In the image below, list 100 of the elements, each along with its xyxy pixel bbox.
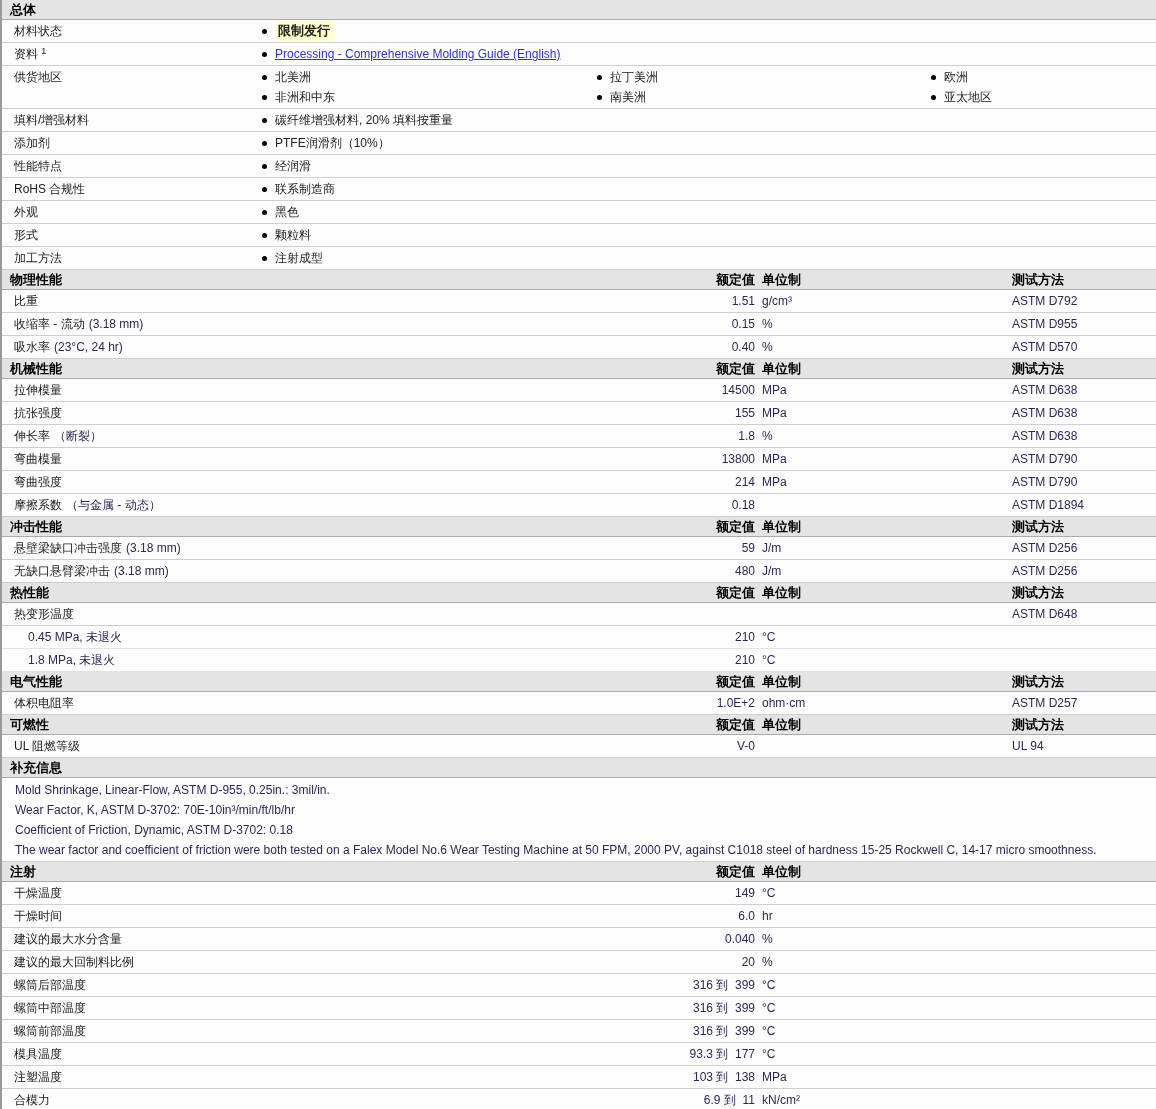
overview-value: 南美洲 bbox=[610, 89, 646, 106]
property-label: 添加剂 bbox=[13, 135, 51, 152]
section-title: 冲击性能 bbox=[9, 518, 63, 536]
test-method: UL 94 bbox=[1011, 738, 1045, 755]
column-header: 单位制 bbox=[761, 863, 802, 881]
property-label: 供货地区 bbox=[13, 69, 63, 86]
property-unit: hr bbox=[761, 908, 774, 925]
column-header: 额定值 bbox=[715, 360, 756, 378]
property-value: 210 bbox=[733, 629, 756, 646]
section-title: 电气性能 bbox=[9, 673, 63, 691]
column-header: 额定值 bbox=[715, 271, 756, 289]
property-label: 热变形温度 bbox=[13, 606, 75, 623]
property-label: 干燥时间 bbox=[13, 908, 63, 925]
property-unit: % bbox=[761, 954, 774, 971]
column-header: 单位制 bbox=[761, 271, 802, 289]
note-text: The wear factor and coefficient of friction were both tested on a Falex Model No.6 Wear Testing Machine at 50 FPM, 2000 PV, against C1018 steel of hardness 15-25 Rockwell C, 14-17 micro smoothness. bbox=[14, 842, 1098, 859]
column-header: 测试方法 bbox=[1011, 360, 1065, 378]
property-unit: MPa bbox=[761, 382, 788, 399]
property-label: 加工方法 bbox=[13, 250, 63, 267]
bullet-icon bbox=[931, 94, 936, 100]
column-header: 额定值 bbox=[715, 716, 756, 734]
property-label: 无缺口悬臂梁冲击 (3.18 mm) bbox=[13, 563, 170, 580]
property-value: 59 bbox=[740, 540, 756, 557]
property-value: 1.51 bbox=[730, 293, 756, 310]
property-label: 注塑温度 bbox=[13, 1069, 63, 1086]
test-method: ASTM D638 bbox=[1011, 405, 1079, 422]
property-value: 210 bbox=[733, 652, 756, 669]
column-header: 单位制 bbox=[761, 673, 802, 691]
property-unit: ohm·cm bbox=[761, 695, 807, 712]
bullet-icon bbox=[262, 74, 267, 80]
property-value: 480 bbox=[733, 563, 756, 580]
overview-value: 经润滑 bbox=[275, 158, 311, 175]
overview-value: 欧洲 bbox=[944, 69, 968, 86]
property-unit: g/cm³ bbox=[761, 293, 793, 310]
note-text: Coefficient of Friction, Dynamic, ASTM D-3702: 0.18 bbox=[14, 822, 294, 839]
property-unit: °C bbox=[761, 1046, 777, 1063]
property-value: 0.040 bbox=[723, 931, 756, 948]
property-label: 拉伸模量 bbox=[13, 382, 63, 399]
property-label: 建议的最大水分含量 bbox=[13, 931, 123, 948]
column-header: 测试方法 bbox=[1011, 518, 1065, 536]
property-label: 干燥温度 bbox=[13, 885, 63, 902]
note-text: Wear Factor, K, ASTM D-3702: 70E-10in³/min/ft/lb/hr bbox=[14, 802, 296, 819]
property-label: 伸长率 （断裂） bbox=[13, 428, 103, 445]
property-value: 1.8 bbox=[737, 428, 756, 445]
property-label: 悬壁梁缺口冲击强度 (3.18 mm) bbox=[13, 540, 182, 557]
bullet-icon bbox=[262, 209, 267, 215]
property-value: 149 bbox=[733, 885, 756, 902]
section-title: 注射 bbox=[9, 863, 37, 881]
overview-value: 非洲和中东 bbox=[275, 89, 335, 106]
property-label: 体积电阻率 bbox=[13, 695, 75, 712]
column-header: 额定值 bbox=[715, 518, 756, 536]
bullet-icon bbox=[262, 51, 267, 57]
overview-value: 颗粒料 bbox=[275, 227, 311, 244]
property-label: 收缩率 - 流动 (3.18 mm) bbox=[13, 316, 145, 333]
test-method: ASTM D648 bbox=[1011, 606, 1079, 623]
property-unit: % bbox=[761, 428, 774, 445]
property-label: 资料 $^{1}$ bbox=[13, 44, 48, 63]
bullet-icon bbox=[262, 117, 267, 123]
overview-value: 黑色 bbox=[275, 204, 299, 221]
property-value: 155 bbox=[733, 405, 756, 422]
property-label: 弯曲强度 bbox=[13, 474, 63, 491]
bullet-icon bbox=[262, 232, 267, 238]
property-label: RoHS 合规性 bbox=[13, 181, 87, 198]
section-title: 热性能 bbox=[9, 584, 50, 602]
overview-value: 北美洲 bbox=[275, 69, 311, 86]
property-value: 0.40 bbox=[730, 339, 756, 356]
property-unit: °C bbox=[761, 885, 777, 902]
property-value: 316 到 399 bbox=[691, 1023, 756, 1040]
test-method: ASTM D256 bbox=[1011, 540, 1079, 557]
overview-value: 拉丁美洲 bbox=[610, 69, 658, 86]
bullet-icon bbox=[597, 94, 602, 100]
bullet-icon bbox=[931, 74, 936, 80]
test-method: ASTM D1894 bbox=[1011, 497, 1086, 514]
column-header: 测试方法 bbox=[1011, 673, 1065, 691]
column-header: 单位制 bbox=[761, 584, 802, 602]
property-label: 摩擦系数 （与金属 - 动态） bbox=[13, 497, 162, 514]
bullet-icon bbox=[262, 94, 267, 100]
bullet-icon bbox=[262, 28, 267, 34]
property-label: 建议的最大回制料比例 bbox=[13, 954, 135, 971]
property-unit: MPa bbox=[761, 405, 788, 422]
note-text: Mold Shrinkage, Linear-Flow, ASTM D-955, 0.25in.: 3mil/in. bbox=[14, 782, 331, 799]
section-title: 可燃性 bbox=[9, 716, 50, 734]
property-value: 6.9 到 11 bbox=[702, 1092, 756, 1109]
document-link[interactable]: Processing - Comprehensive Molding Guide (English) bbox=[275, 45, 561, 63]
property-value: 14500 bbox=[720, 382, 756, 399]
property-unit: kN/cm² bbox=[761, 1092, 801, 1109]
column-header: 单位制 bbox=[761, 716, 802, 734]
section-title: 机械性能 bbox=[8, 360, 63, 378]
property-value: 103 到 138 bbox=[691, 1069, 756, 1086]
property-unit: °C bbox=[761, 652, 777, 669]
property-unit: °C bbox=[761, 1023, 777, 1040]
property-label: 模具温度 bbox=[13, 1046, 63, 1063]
bullet-icon bbox=[262, 255, 267, 261]
property-value: 93.3 到 177 bbox=[688, 1046, 756, 1063]
property-unit: % bbox=[761, 931, 774, 948]
test-method: ASTM D792 bbox=[1011, 293, 1079, 310]
property-value: 1.0E+2 bbox=[715, 695, 756, 712]
column-header: 测试方法 bbox=[1011, 271, 1065, 289]
test-method: ASTM D638 bbox=[1011, 428, 1079, 445]
test-method: ASTM D638 bbox=[1011, 382, 1079, 399]
